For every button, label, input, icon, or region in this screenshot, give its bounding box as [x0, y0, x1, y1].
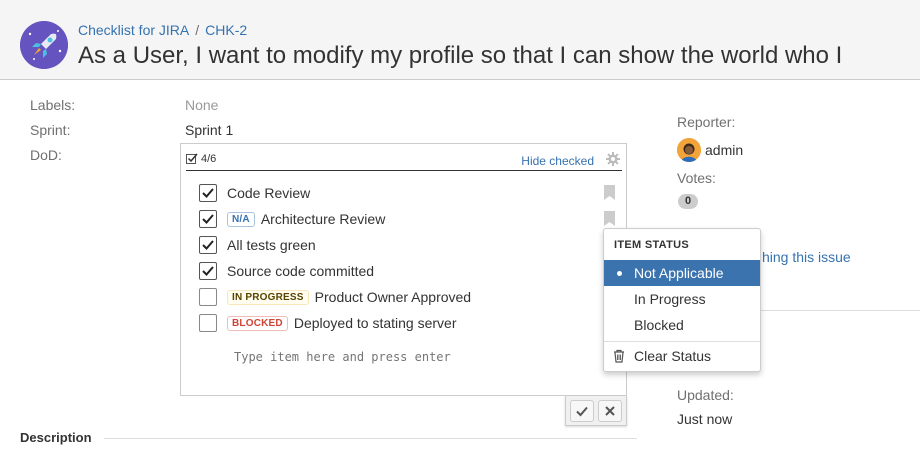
item-checkbox[interactable] [199, 288, 217, 306]
item-checkbox[interactable] [199, 184, 217, 202]
trash-icon [614, 349, 624, 363]
checklist-item: Code Review [199, 183, 310, 203]
item-status-menu: ITEM STATUS Not Applicable In Progress B… [603, 228, 761, 372]
checklist-item: BLOCKED Deployed to stating server [199, 313, 456, 333]
checkmark-icon [202, 214, 214, 224]
updated-value: Just now [677, 411, 733, 427]
issue-header: Checklist for JIRA / CHK-2 As a User, I wa… [0, 0, 920, 80]
item-checkbox[interactable] [199, 236, 217, 254]
hide-checked-link[interactable]: Hide checked [521, 154, 594, 168]
issue-key-link[interactable]: CHK-2 [205, 22, 247, 38]
checkmark-icon [202, 266, 214, 276]
divider [104, 438, 637, 439]
status-badge[interactable]: N/A [227, 211, 255, 227]
avatar[interactable] [677, 138, 701, 162]
checklist-item: IN PROGRESS Product Owner Approved [199, 287, 471, 307]
bookmark-icon[interactable] [604, 185, 615, 200]
labels-value[interactable]: None [185, 97, 218, 113]
issue-title[interactable]: As a User, I want to modify my profile s… [78, 42, 920, 70]
menu-item-in-progress[interactable]: In Progress [604, 286, 760, 312]
sprint-value[interactable]: Sprint 1 [185, 122, 233, 138]
sprint-label: Sprint: [30, 122, 71, 138]
checklist-item: All tests green [199, 235, 316, 255]
progress-count: 4/6 [201, 153, 217, 165]
menu-heading: ITEM STATUS [614, 239, 689, 251]
checklist-item: Source code committed [199, 261, 374, 281]
rocket-icon [20, 21, 68, 69]
item-checkbox[interactable] [199, 210, 217, 228]
menu-item-not-applicable[interactable]: Not Applicable [604, 260, 760, 286]
item-label[interactable]: Architecture Review [261, 211, 386, 227]
save-button[interactable] [570, 400, 594, 422]
add-item-input[interactable] [234, 350, 594, 364]
menu-item-label: Blocked [634, 317, 684, 333]
breadcrumb-separator: / [195, 22, 200, 38]
menu-item-label: Clear Status [634, 348, 712, 364]
gear-icon [606, 152, 620, 166]
item-label[interactable]: Code Review [227, 185, 310, 201]
close-icon [605, 406, 615, 416]
checklist-editor: 4/6 Hide checked Code Review N/A Archite… [180, 143, 627, 396]
description-heading[interactable]: Description [20, 430, 92, 445]
menu-item-blocked[interactable]: Blocked [604, 312, 760, 338]
checklist-header: 4/6 Hide checked [186, 152, 622, 171]
menu-divider [604, 341, 760, 342]
check-icon [576, 406, 588, 417]
status-badge[interactable]: IN PROGRESS [227, 289, 309, 305]
watch-link[interactable]: hing this issue [762, 249, 851, 265]
status-badge[interactable]: BLOCKED [227, 315, 288, 331]
item-label[interactable]: Source code committed [227, 263, 374, 279]
item-checkbox[interactable] [199, 314, 217, 332]
bookmark-icon[interactable] [604, 211, 615, 226]
menu-item-label: In Progress [634, 291, 706, 307]
updated-label: Updated: [677, 387, 734, 403]
breadcrumb: Checklist for JIRA / CHK-2 [78, 22, 247, 38]
checklist-progress: 4/6 [186, 153, 216, 165]
reporter-name[interactable]: admin [705, 142, 743, 158]
settings-button[interactable] [606, 152, 620, 171]
dod-label: DoD: [30, 147, 62, 163]
cancel-button[interactable] [598, 400, 622, 422]
labels-label: Labels: [30, 97, 76, 113]
user-avatar-icon [677, 138, 701, 162]
item-checkbox[interactable] [199, 262, 217, 280]
votes-label: Votes: [677, 170, 716, 186]
menu-item-clear-status[interactable]: Clear Status [604, 343, 760, 369]
reporter-label: Reporter: [677, 114, 736, 130]
checkbox-icon [186, 153, 198, 164]
item-label[interactable]: Product Owner Approved [315, 289, 471, 305]
edit-actions [565, 396, 627, 426]
checkmark-icon [202, 240, 214, 250]
votes-badge[interactable]: 0 [678, 194, 698, 209]
project-avatar[interactable] [20, 21, 68, 69]
project-link[interactable]: Checklist for JIRA [78, 22, 189, 38]
checkmark-icon [202, 188, 214, 198]
menu-item-label: Not Applicable [634, 265, 724, 281]
item-label[interactable]: All tests green [227, 237, 316, 253]
checklist-item: N/A Architecture Review [199, 209, 385, 229]
selected-bullet-icon [617, 271, 622, 276]
item-label[interactable]: Deployed to stating server [294, 315, 457, 331]
